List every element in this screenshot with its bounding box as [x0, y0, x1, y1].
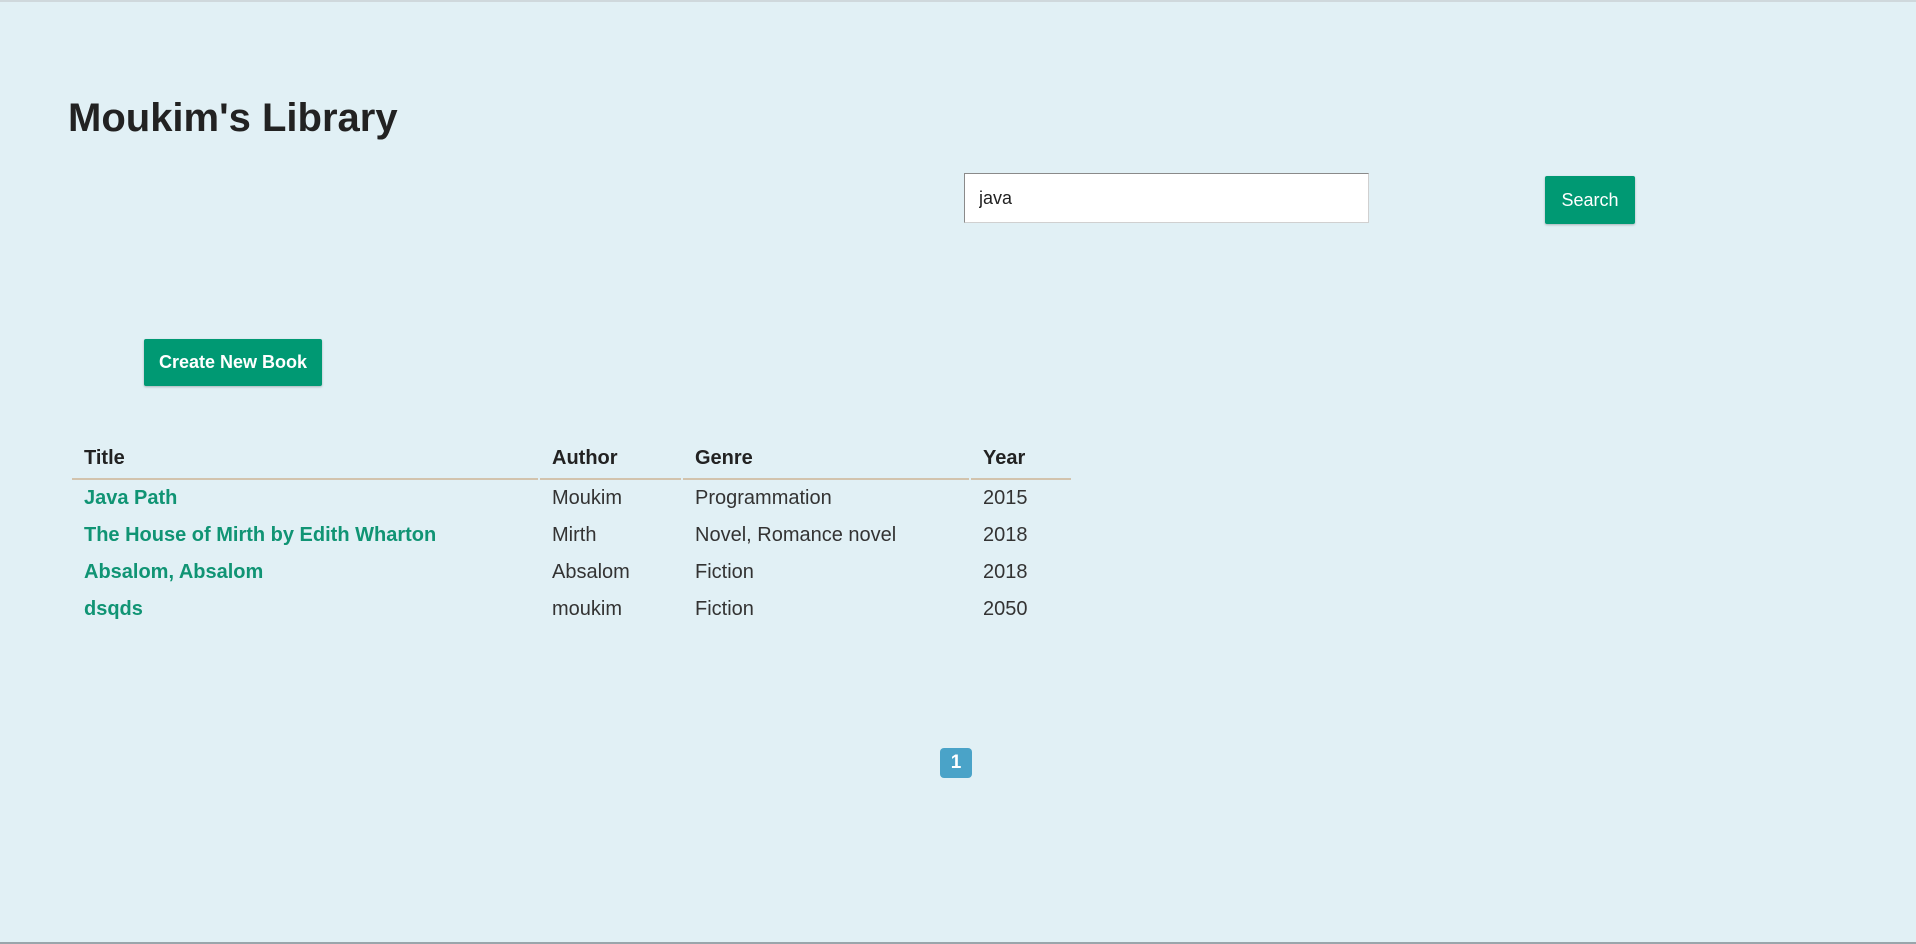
top-border	[0, 0, 1916, 2]
table-row: dsqds moukim Fiction 2050	[72, 591, 1071, 628]
search-button[interactable]: Search	[1545, 176, 1635, 224]
book-title-cell: Java Path	[72, 480, 538, 517]
book-genre-cell: Fiction	[695, 598, 754, 620]
book-year-cell: 2050	[983, 598, 1028, 620]
book-genre-cell: Programmation	[695, 487, 832, 509]
book-author-cell: moukim	[552, 598, 623, 620]
table-row: Absalom, Absalom Absalom Fiction 2018	[72, 554, 1071, 591]
book-title-link[interactable]: dsqds	[84, 598, 143, 620]
book-author-cell: Moukim	[552, 487, 623, 509]
book-year-cell: 2015	[983, 487, 1028, 509]
table-header-row: Title Author Genre Year	[72, 437, 1071, 480]
books-table: Title Author Genre Year Java Path Moukim…	[70, 437, 1073, 628]
pagination: 1	[940, 748, 972, 778]
page-title: Moukim's Library	[68, 96, 398, 140]
book-title-cell: Absalom, Absalom	[72, 554, 538, 591]
column-header-year[interactable]: Year	[971, 437, 1071, 480]
book-genre-cell: Novel, Romance novel	[695, 524, 897, 546]
book-genre-cell: Fiction	[695, 561, 754, 583]
book-year-cell: 2018	[983, 561, 1028, 583]
book-author-cell: Absalom	[552, 561, 630, 583]
book-author-cell: Mirth	[552, 524, 597, 546]
table-row: The House of Mirth by Edith Wharton Mirt…	[72, 517, 1071, 554]
book-title-cell: dsqds	[72, 591, 538, 628]
book-year-cell: 2018	[983, 524, 1028, 546]
page-number-button[interactable]: 1	[940, 748, 972, 778]
book-title-link[interactable]: The House of Mirth by Edith Wharton	[84, 524, 436, 546]
book-title-cell: The House of Mirth by Edith Wharton	[72, 517, 538, 554]
table-row: Java Path Moukim Programmation 2015	[72, 480, 1071, 517]
create-new-book-button[interactable]: Create New Book	[144, 339, 322, 386]
column-header-title[interactable]: Title	[72, 437, 538, 480]
column-header-genre[interactable]: Genre	[683, 437, 969, 480]
column-header-author[interactable]: Author	[540, 437, 681, 480]
book-title-link[interactable]: Java Path	[84, 487, 177, 509]
book-title-link[interactable]: Absalom, Absalom	[84, 561, 263, 583]
search-input[interactable]	[964, 173, 1369, 223]
